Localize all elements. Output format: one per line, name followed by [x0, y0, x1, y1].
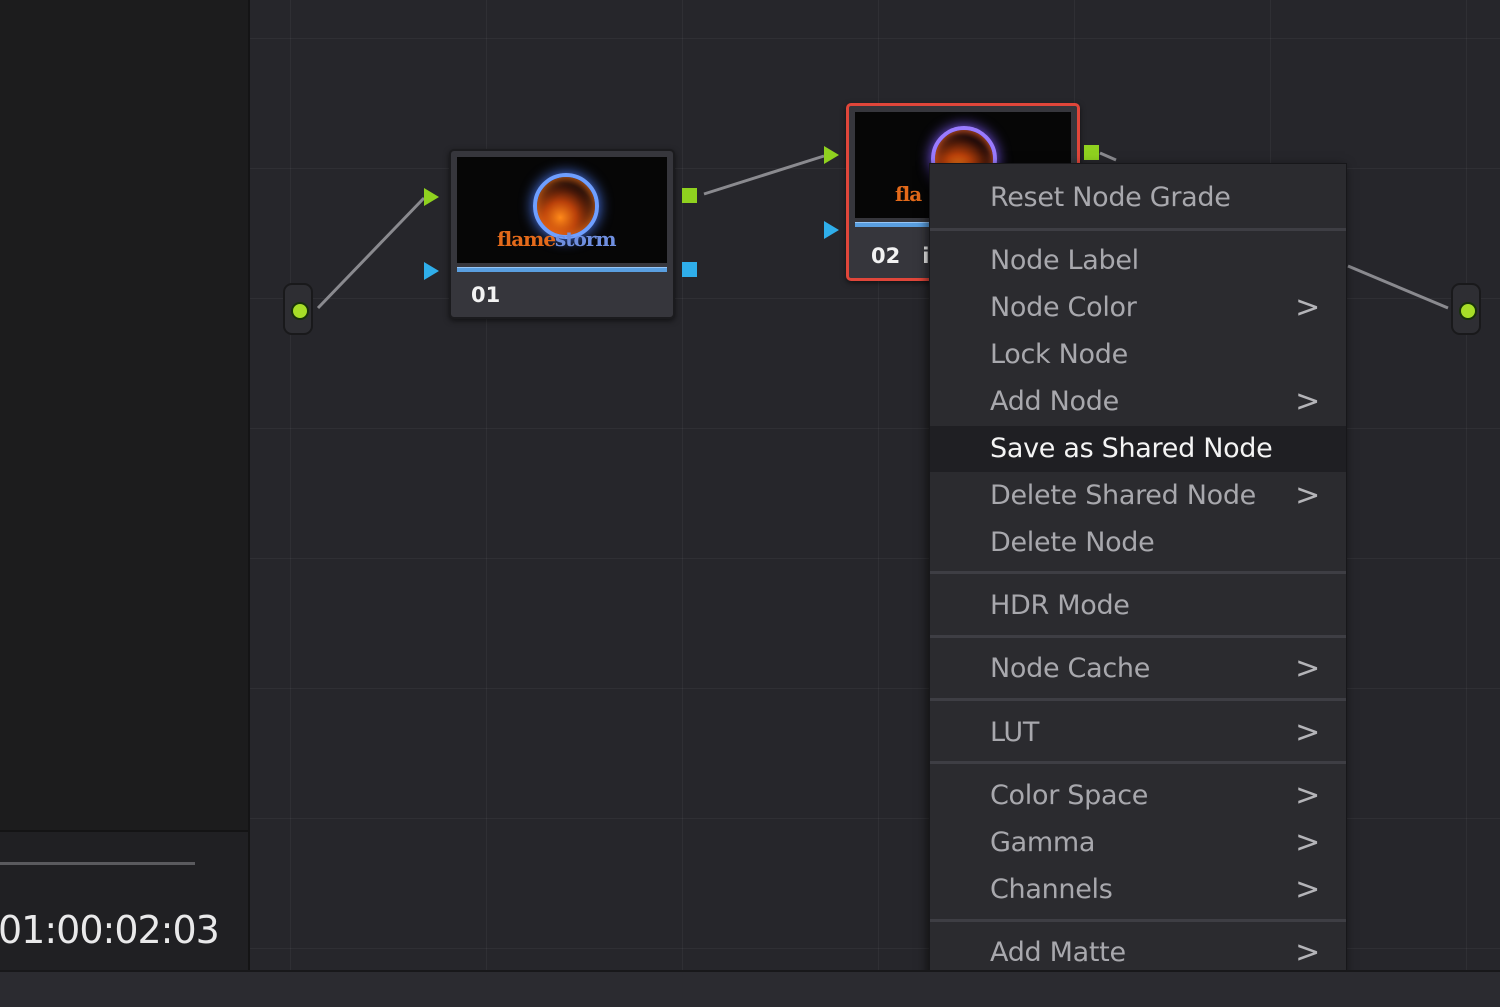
wire-node-02-stub: [1099, 151, 1117, 162]
node-02-rgb-input[interactable]: [824, 146, 839, 164]
menu-item-delete-shared-node[interactable]: Delete Shared Node >: [930, 473, 1346, 519]
wire-source-to-node-01: [316, 196, 426, 310]
node-02-rgb-output[interactable]: [1084, 145, 1099, 160]
menu-separator: [930, 228, 1346, 231]
node-02-key-input[interactable]: [824, 221, 839, 239]
source-output-dot[interactable]: [291, 302, 309, 320]
bottom-toolbar: [0, 970, 1500, 1007]
menu-item-node-cache[interactable]: Node Cache >: [930, 646, 1346, 692]
node-01-rgb-input[interactable]: [424, 188, 439, 206]
node-02-thumbnail-logo: fla: [895, 182, 922, 206]
node-01-key-output[interactable]: [682, 262, 697, 277]
menu-separator: [930, 698, 1346, 701]
node-context-menu: Reset Node Grade Node Label Node Color > …: [929, 163, 1347, 985]
chevron-right-icon: >: [1295, 825, 1320, 860]
menu-item-node-color[interactable]: Node Color >: [930, 285, 1346, 331]
menu-item-lock-node[interactable]: Lock Node: [930, 332, 1346, 378]
menu-item-lut[interactable]: LUT >: [930, 710, 1346, 756]
node-tree-output-pill[interactable]: [1451, 283, 1481, 335]
chevron-right-icon: >: [1295, 384, 1320, 419]
node-01-thumbnail-logo: flamestorm: [497, 227, 617, 251]
chevron-right-icon: >: [1295, 478, 1320, 513]
chevron-right-icon: >: [1295, 872, 1320, 907]
node-01[interactable]: flamestorm 01: [449, 149, 675, 319]
menu-item-save-as-shared-node[interactable]: Save as Shared Node: [930, 426, 1346, 472]
menu-item-node-label[interactable]: Node Label: [930, 238, 1346, 284]
node-01-key-input[interactable]: [424, 262, 439, 280]
menu-item-delete-node[interactable]: Delete Node: [930, 520, 1346, 566]
wire-node-01-to-node-02: [703, 154, 825, 196]
menu-separator: [930, 919, 1346, 922]
wire-node-02-to-output: [1347, 264, 1449, 310]
menu-item-channels[interactable]: Channels >: [930, 867, 1346, 913]
menu-separator: [930, 571, 1346, 574]
menu-item-gamma[interactable]: Gamma >: [930, 820, 1346, 866]
chevron-right-icon: >: [1295, 651, 1320, 686]
node-01-thumbnail: flamestorm: [457, 157, 667, 263]
menu-item-add-node[interactable]: Add Node >: [930, 379, 1346, 425]
node-02-label: 02 i: [871, 244, 930, 268]
output-input-dot[interactable]: [1459, 302, 1477, 320]
menu-item-hdr-mode[interactable]: HDR Mode: [930, 583, 1346, 629]
menu-separator: [930, 635, 1346, 638]
node-01-status-bar: [457, 267, 667, 272]
chevron-right-icon: >: [1295, 290, 1320, 325]
menu-separator: [930, 761, 1346, 764]
node-01-rgb-output[interactable]: [682, 188, 697, 203]
chevron-right-icon: >: [1295, 778, 1320, 813]
chevron-right-icon: >: [1295, 715, 1320, 750]
source-input-pill[interactable]: [283, 283, 313, 335]
menu-item-color-space[interactable]: Color Space >: [930, 773, 1346, 819]
menu-item-reset-node-grade[interactable]: Reset Node Grade: [930, 175, 1346, 221]
node-01-label: 01: [471, 283, 501, 307]
